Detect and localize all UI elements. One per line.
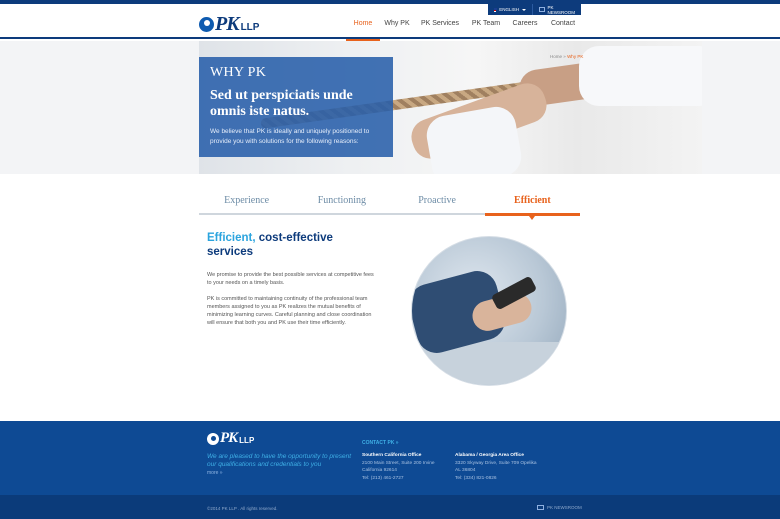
logo-mark-icon [207,432,219,445]
newsroom-label: PK NEWSROOM [547,4,576,15]
content-paragraph-1: We promise to provide the best possible … [207,272,374,286]
office-address-line2: AL 36804 [455,468,476,473]
office-name: Alabama / Georgia Area Office [455,453,524,458]
breadcrumb-home[interactable]: Home [550,54,562,59]
office-address-line2: California 92614 [362,468,397,473]
footer-tagline: We are pleased to have the opportunity t… [207,453,352,468]
tab-proactive[interactable]: Proactive [390,193,485,213]
breadcrumb: Home » Why PK [550,54,583,59]
hero-eyebrow: WHY PK [210,65,267,80]
office-phone: Tel: (213) 461-2727 [362,475,404,481]
tab-experience[interactable]: Experience [199,193,294,213]
hero-banner: Home » Why PK WHY PK Sed ut perspiciatis… [0,41,780,174]
hero-text-panel: WHY PK Sed ut perspiciatis unde omnis is… [199,57,393,157]
office-alabama-georgia: Alabama / Georgia Area Office 3320 Skywa… [455,452,550,482]
newspaper-icon [537,505,544,510]
utility-bar: ENGLISH PK NEWSROOM [488,4,581,15]
footer-newsroom-label: PK NEWSROOM [547,505,582,510]
nav-item-pk-services[interactable]: PK Services [414,8,466,39]
contact-pk-link[interactable]: CONTACT PK » [362,440,399,446]
tab-efficient[interactable]: Efficient [484,193,581,220]
nav-item-why-pk[interactable]: Why PK [380,8,414,39]
smartphone-photo [411,236,567,386]
us-flag-icon [494,7,498,12]
breadcrumb-current: Why PK [567,54,584,59]
site-header: PK LLP Home Why PK PK Services PK Team C… [0,4,780,41]
site-footer: PK LLP We are pleased to have the opport… [0,421,780,519]
office-southern-california: Southern California Office 2100 Main Str… [362,452,457,482]
footer-logo-suffix: LLP [239,436,255,445]
footer-newsroom-link[interactable]: PK NEWSROOM [537,505,582,510]
logo[interactable]: PK LLP [199,13,259,36]
logo-suffix: LLP [240,22,260,33]
footer-bottom-bar: ©2014 PK LLP . All rights reserved. PK N… [0,495,780,519]
tab-functioning[interactable]: Functioning [294,193,389,213]
office-address-line1: 2100 Main Street, Suite 200 Irvine [362,460,435,466]
copyright: ©2014 PK LLP . All rights reserved. [207,506,278,511]
caret-down-icon [522,8,526,11]
office-address-line1: 3320 Skyway Drive, Suite 709 Opelika [455,460,537,466]
footer-logo[interactable]: PK LLP [207,430,254,447]
sleeve-shape [579,46,702,106]
nav-item-home[interactable]: Home [346,8,380,41]
logo-mark-icon [199,17,214,32]
newsroom-link[interactable]: PK NEWSROOM [532,4,581,15]
office-name: Southern California Office [362,453,422,458]
content-title: Efficient, cost-effective services [207,231,377,259]
office-phone: Tel: (334) 821-0826 [455,475,497,481]
language-label: ENGLISH [499,7,519,12]
reason-tabs: Experience Functioning Proactive Efficie… [199,193,581,220]
logo-text: PK [215,13,240,35]
language-selector[interactable]: ENGLISH [488,4,532,15]
hero-heading: Sed ut perspiciatis unde omnis iste natu… [210,88,353,119]
content-title-highlight: Efficient, [207,232,256,244]
breadcrumb-separator: » [563,54,566,59]
newspaper-icon [539,7,545,12]
footer-more-link[interactable]: more » [207,470,223,476]
footer-logo-text: PK [220,430,238,446]
content-paragraph-2: PK is committed to maintaining continuit… [207,296,372,326]
hero-description: We believe that PK is ideally and unique… [210,128,370,145]
